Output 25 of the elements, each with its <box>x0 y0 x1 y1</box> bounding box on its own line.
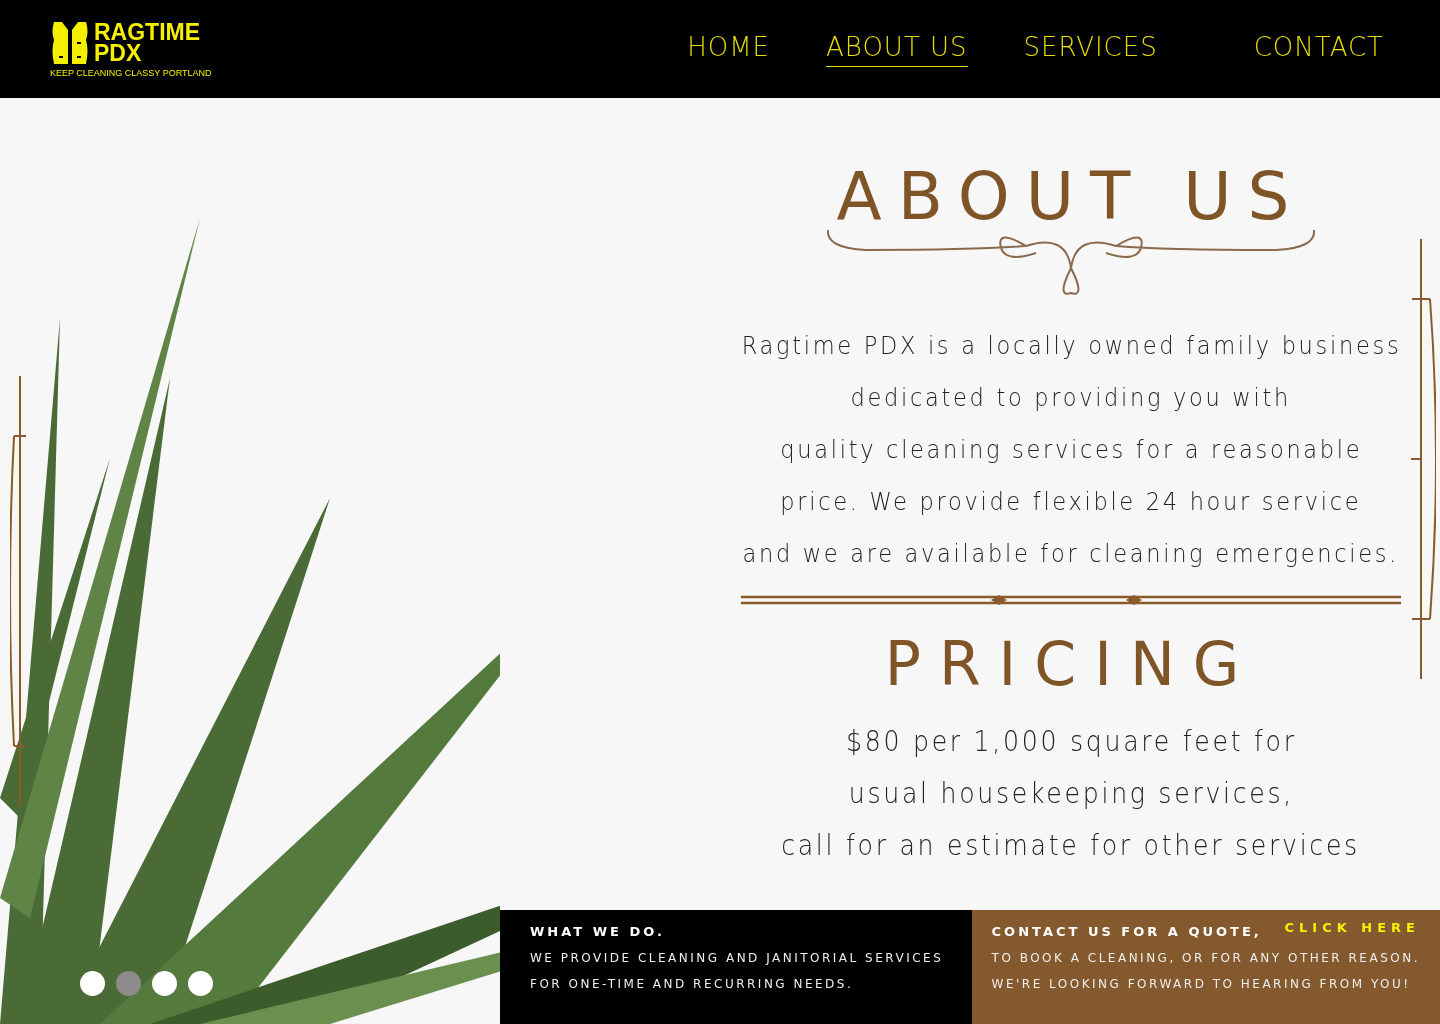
pricing-heading: PRICING <box>884 634 1258 694</box>
panel-text: TO BOOK A CLEANING, OR FOR ANY OTHER REASON. <box>991 951 1420 965</box>
pricing-text: call for an estimate for other services <box>781 828 1361 864</box>
nav-link[interactable]: ABOUT US <box>826 31 968 67</box>
logo-tagline: KEEP CLEANING CLASSY PORTLAND <box>50 68 212 78</box>
click-here-link[interactable]: CLICK HERE <box>1284 920 1420 939</box>
logo-name: RAGTIME <box>94 22 201 43</box>
panel-text: FOR ONE-TIME AND RECURRING NEEDS. <box>530 977 855 991</box>
about-text: Ragtime PDX is a locally owned family business <box>741 330 1401 362</box>
nav-link[interactable]: CONTACT <box>1253 31 1384 67</box>
about-text: dedicated to providing you with <box>850 382 1292 414</box>
about-heading: ABOUT US <box>836 164 1306 230</box>
nav-link[interactable]: SERVICES <box>1023 31 1158 67</box>
about-text: and we are available for cleaning emergencies. <box>742 538 1400 570</box>
pricing-text: $80 per 1,000 square feet for <box>845 724 1297 760</box>
logo-name: PDX <box>94 43 143 64</box>
panel-text: WE'RE LOOKING FORWARD TO HEARING FROM YOU! <box>991 977 1412 991</box>
panel-heading: CONTACT US FOR A QUOTE, <box>991 924 1262 939</box>
panel-heading: WHAT WE DO. <box>530 924 666 939</box>
nav-link[interactable]: HOME <box>687 31 771 67</box>
panel-text: WE PROVIDE CLEANING AND JANITORIAL SERVICES <box>530 951 945 965</box>
pricing-text: usual housekeeping services, <box>848 776 1294 812</box>
vest-icon <box>50 20 90 66</box>
about-text: price. We provide flexible 24 hour service <box>780 486 1362 518</box>
about-text: quality cleaning services for a reasonable <box>780 434 1362 466</box>
